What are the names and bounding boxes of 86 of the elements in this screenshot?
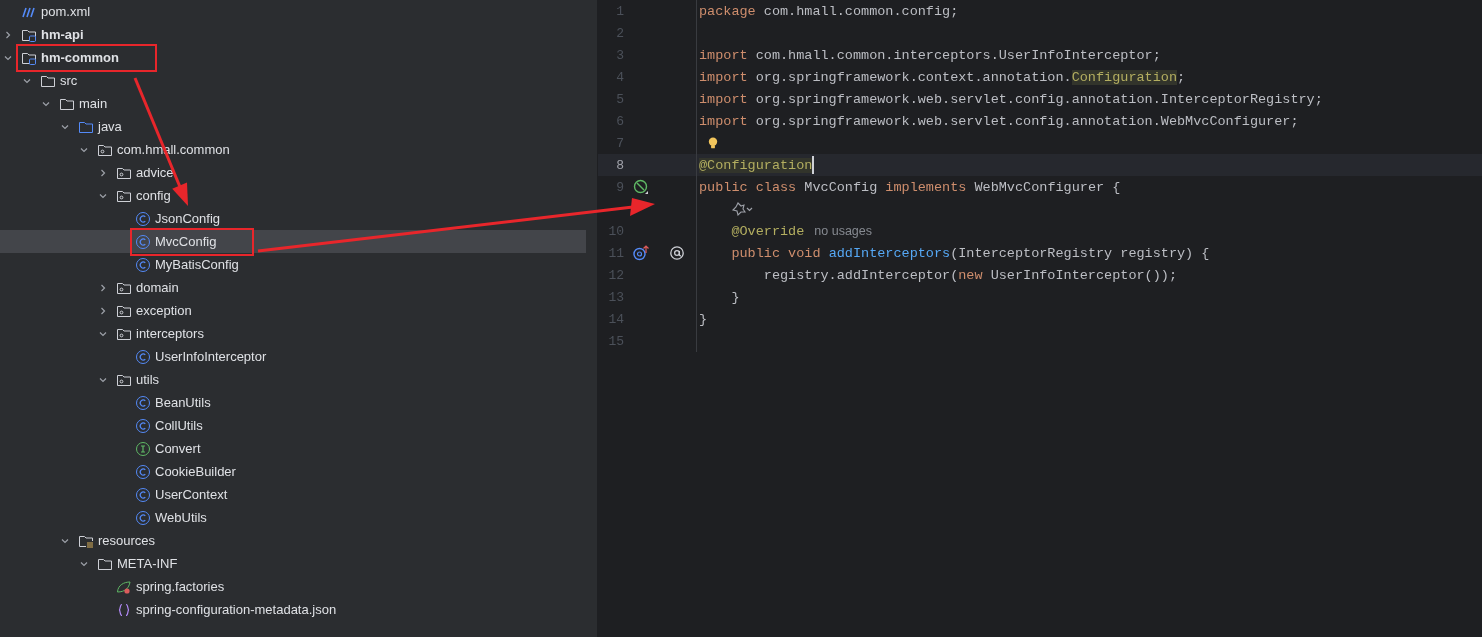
tree-label: BeanUtils [155, 395, 211, 410]
code-line: import org.springframework.web.servlet.config.annotation.WebMvcConfigurer; [699, 113, 1299, 129]
tree-item[interactable]: spring.factories [0, 575, 586, 598]
tree-item[interactable]: main [0, 92, 586, 115]
tree-label: exception [136, 303, 192, 318]
tree-label: interceptors [136, 326, 204, 341]
tree-item[interactable]: advice [0, 161, 586, 184]
chevron-right-icon[interactable] [3, 29, 13, 40]
class-icon [135, 509, 151, 526]
tree-label: src [60, 73, 78, 88]
tree-label: Convert [155, 441, 201, 456]
tree-item[interactable]: src [0, 69, 586, 92]
tree-label: MyBatisConfig [155, 257, 239, 272]
class-icon [135, 394, 151, 411]
tree-item[interactable]: resources [0, 529, 586, 552]
tree-item[interactable]: META-INF [0, 552, 586, 575]
tree-item[interactable]: MyBatisConfig [0, 253, 586, 276]
class-icon [135, 233, 151, 250]
tree-label: MvcConfig [155, 234, 217, 249]
interface-icon [135, 440, 151, 457]
chevron-right-icon[interactable] [98, 167, 108, 178]
tree-label: META-INF [117, 556, 178, 571]
code-line: public class MvcConfig implements WebMvcConfigurer { [699, 179, 1121, 195]
chevron-right-icon[interactable] [98, 282, 108, 293]
class-icon [135, 256, 151, 273]
text-cursor [812, 156, 815, 174]
class-icon [135, 417, 151, 434]
tree-label: config [136, 188, 171, 203]
tree-item[interactable]: domain [0, 276, 586, 299]
code-line: import com.hmall.common.interceptors.UserInfoInterceptor; [699, 47, 1161, 63]
class-icon [135, 486, 151, 503]
tree-item[interactable]: Convert [0, 437, 586, 460]
tree-item[interactable]: spring-configuration-metadata.json [0, 598, 586, 621]
tree-item[interactable]: exception [0, 299, 586, 322]
options-icon[interactable] [731, 202, 755, 216]
tree-item[interactable]: hm-api [0, 23, 586, 46]
line-number: 8 [615, 157, 624, 173]
tree-item[interactable]: java [0, 115, 586, 138]
tree-item[interactable]: WebUtils [0, 506, 586, 529]
tree-label: WebUtils [155, 510, 207, 525]
tree-label: domain [136, 280, 179, 295]
tree-item[interactable]: utils [0, 368, 586, 391]
tree-item[interactable]: CookieBuilder [0, 460, 586, 483]
chevron-right-icon[interactable] [98, 305, 108, 316]
bean-icon[interactable] [633, 179, 649, 195]
code-line: @Override no usages [730, 223, 872, 239]
tree-item[interactable]: BeanUtils [0, 391, 586, 414]
tree-item[interactable]: JsonConfig [0, 207, 586, 230]
tree-item[interactable]: UserContext [0, 483, 586, 506]
tree-label: resources [98, 533, 156, 548]
tree-label: utils [136, 372, 160, 387]
tree-label: main [79, 96, 108, 111]
tree-label: CookieBuilder [155, 464, 236, 479]
leaf-icon [116, 578, 132, 595]
lightbulb-icon[interactable] [706, 136, 720, 150]
tree-item[interactable]: MvcConfig [0, 230, 586, 253]
tree-label: CollUtils [155, 418, 203, 433]
at-icon[interactable] [669, 245, 685, 261]
tree-label: advice [136, 165, 174, 180]
tree-label: java [98, 119, 122, 134]
class-icon [135, 210, 151, 227]
tree-item[interactable]: UserInfoInterceptor [0, 345, 586, 368]
tree-label: spring.factories [136, 579, 225, 594]
code-line: package com.hmall.common.config; [699, 3, 959, 19]
override-icon[interactable] [633, 245, 649, 261]
braces-icon [116, 601, 132, 618]
tree-item[interactable]: pom.xml [0, 0, 586, 23]
tree-item[interactable]: CollUtils [0, 414, 586, 437]
tree-item[interactable]: hm-common [0, 46, 586, 69]
tree-label: UserContext [155, 487, 228, 502]
tree-label: pom.xml [41, 4, 91, 19]
class-icon [135, 348, 151, 365]
class-icon [135, 463, 151, 480]
tree-label: UserInfoInterceptor [155, 349, 267, 364]
code-line: import org.springframework.context.annotation.Configuration; [699, 69, 1186, 85]
code-line: registry.addInterceptor(new UserInfoInterceptor()); [762, 267, 1177, 283]
tree-item[interactable]: interceptors [0, 322, 586, 345]
code-line: import org.springframework.web.servlet.config.annotation.InterceptorRegistry; [699, 91, 1323, 107]
code-line: } [699, 311, 708, 327]
code-line: } [730, 289, 740, 305]
tree-label: hm-common [41, 50, 119, 65]
code-line: public void addInterceptors(InterceptorRegistry registry) { [730, 245, 1210, 261]
tree-item[interactable]: config [0, 184, 586, 207]
tree-label: hm-api [41, 27, 84, 42]
tree-label: spring-configuration-metadata.json [136, 602, 337, 617]
tree-label: JsonConfig [155, 211, 221, 226]
